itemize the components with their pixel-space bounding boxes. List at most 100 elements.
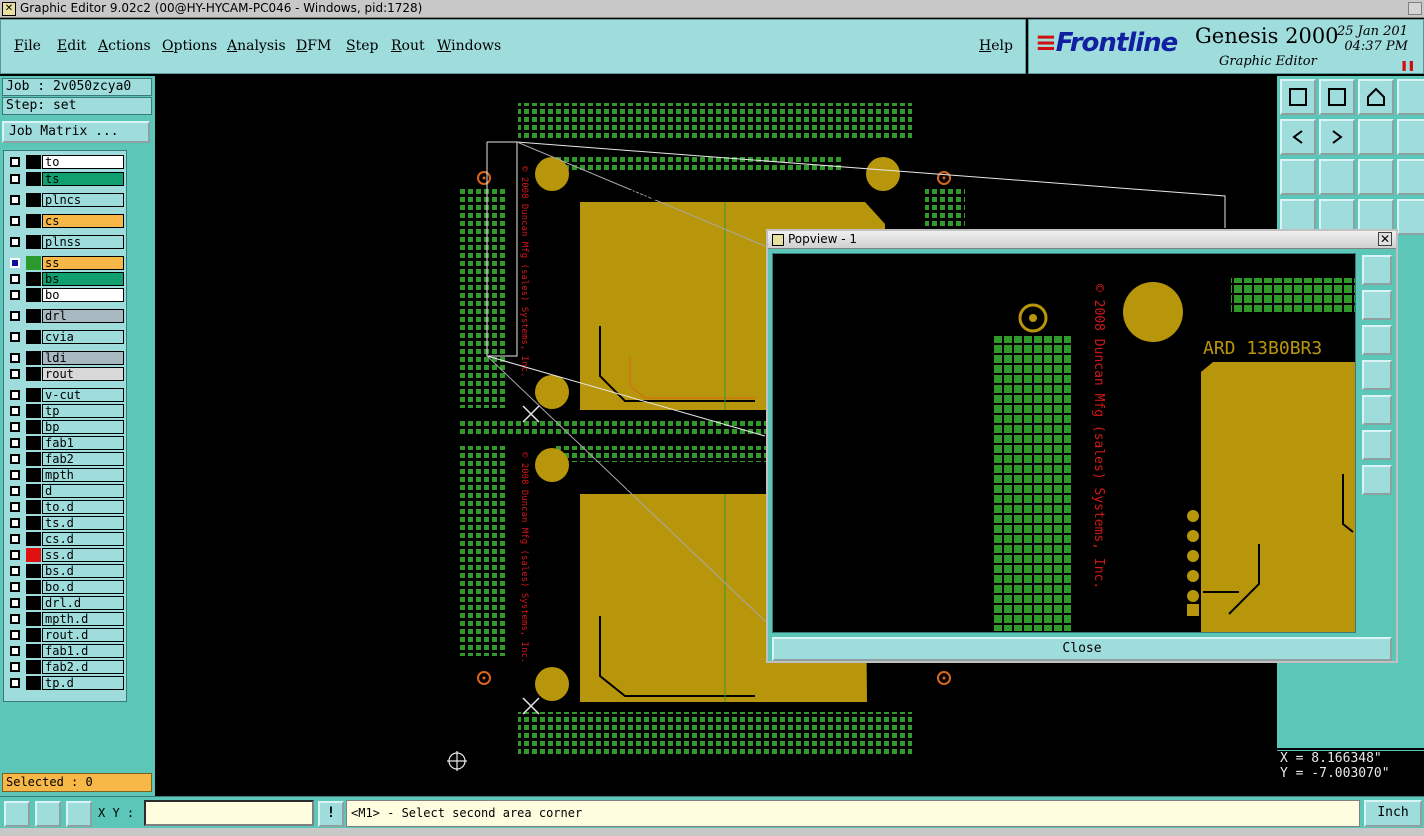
- layer-row-plnss[interactable]: plnss: [6, 235, 125, 249]
- layer-label[interactable]: ss: [42, 256, 124, 270]
- layer-checkbox[interactable]: [10, 502, 20, 512]
- fit-icon[interactable]: [1280, 159, 1316, 195]
- zoom-window-icon[interactable]: [1397, 79, 1424, 115]
- layer-color-swatch[interactable]: [26, 548, 41, 562]
- layer-color-swatch[interactable]: [26, 660, 41, 674]
- popview-close-icon[interactable]: ✕: [1378, 232, 1392, 246]
- popview-up-icon[interactable]: [1362, 290, 1392, 320]
- layer-checkbox[interactable]: [10, 566, 20, 576]
- layer-checkbox[interactable]: [10, 454, 20, 464]
- layer-color-swatch[interactable]: [26, 436, 41, 450]
- layer-label[interactable]: fab1: [42, 436, 124, 450]
- layer-label[interactable]: cvia: [42, 330, 124, 344]
- layer-checkbox[interactable]: [10, 332, 20, 342]
- layer-color-swatch[interactable]: [26, 351, 41, 365]
- layer-color-swatch[interactable]: [26, 193, 41, 207]
- layer-label[interactable]: drl.d: [42, 596, 124, 610]
- layer-color-swatch[interactable]: [26, 452, 41, 466]
- menu-rout[interactable]: Rout: [391, 38, 425, 54]
- layer-color-swatch[interactable]: [26, 516, 41, 530]
- layer-checkbox[interactable]: [10, 311, 20, 321]
- layer-color-swatch[interactable]: [26, 367, 41, 381]
- layer-row-ts[interactable]: ts: [6, 172, 125, 186]
- layer-row-ss[interactable]: ss: [6, 256, 125, 270]
- layer-label[interactable]: tp: [42, 404, 124, 418]
- layer-row-to[interactable]: to: [6, 155, 125, 169]
- popview-zoom-icon[interactable]: [1362, 255, 1392, 285]
- layer-row-bo-d[interactable]: bo.d: [6, 580, 125, 594]
- layer-color-swatch[interactable]: [26, 564, 41, 578]
- layer-checkbox[interactable]: [10, 630, 20, 640]
- layer-row-cvia[interactable]: cvia: [6, 330, 125, 344]
- layer-checkbox[interactable]: [10, 646, 20, 656]
- layer-row-bs-d[interactable]: bs.d: [6, 564, 125, 578]
- layer-row-ldi[interactable]: ldi: [6, 351, 125, 365]
- menu-dfm[interactable]: DFM: [296, 38, 331, 54]
- layer-checkbox[interactable]: [10, 534, 20, 544]
- layer-color-swatch[interactable]: [26, 404, 41, 418]
- layer-row-fab2-d[interactable]: fab2.d: [6, 660, 125, 674]
- layer-label[interactable]: bs: [42, 272, 124, 286]
- popview-center-icon[interactable]: [1362, 465, 1392, 495]
- layer-row-tp[interactable]: tp: [6, 404, 125, 418]
- layer-label[interactable]: d: [42, 484, 124, 498]
- layer-checkbox[interactable]: [10, 422, 20, 432]
- layer-label[interactable]: drl: [42, 309, 124, 323]
- popview-close-button[interactable]: Close: [772, 637, 1392, 661]
- menu-actions[interactable]: Actions: [98, 38, 151, 54]
- layer-row-rout[interactable]: rout: [6, 367, 125, 381]
- layer-color-swatch[interactable]: [26, 256, 41, 270]
- center-icon[interactable]: [1319, 159, 1355, 195]
- measure-icon[interactable]: [4, 801, 30, 827]
- layer-checkbox[interactable]: [10, 406, 20, 416]
- menu-analysis[interactable]: Analysis: [227, 38, 286, 54]
- layer-label[interactable]: ss.d: [42, 548, 124, 562]
- layer-color-swatch[interactable]: [26, 580, 41, 594]
- layer-checkbox[interactable]: [10, 582, 20, 592]
- scale-icon[interactable]: [1358, 159, 1394, 195]
- layer-label[interactable]: cs: [42, 214, 124, 228]
- layer-color-swatch[interactable]: [26, 235, 41, 249]
- layer-color-swatch[interactable]: [26, 330, 41, 344]
- layer-color-swatch[interactable]: [26, 500, 41, 514]
- layer-color-swatch[interactable]: [26, 676, 41, 690]
- layer-checkbox[interactable]: [10, 598, 20, 608]
- layer-color-swatch[interactable]: [26, 628, 41, 642]
- layer-color-swatch[interactable]: [26, 484, 41, 498]
- zoom-in-icon[interactable]: [1319, 79, 1355, 115]
- layer-row-fab1-d[interactable]: fab1.d: [6, 644, 125, 658]
- pan-left-icon[interactable]: [1280, 119, 1316, 155]
- exclamation-button[interactable]: !: [318, 801, 344, 827]
- xy-input[interactable]: [144, 800, 314, 826]
- layer-color-swatch[interactable]: [26, 288, 41, 302]
- layer-color-swatch[interactable]: [26, 388, 41, 402]
- layer-row-ss-d[interactable]: ss.d: [6, 548, 125, 562]
- layer-row-v-cut[interactable]: v-cut: [6, 388, 125, 402]
- zoom-out-icon[interactable]: [1397, 119, 1424, 155]
- layer-color-swatch[interactable]: [26, 272, 41, 286]
- layer-label[interactable]: to: [42, 155, 124, 169]
- layer-checkbox[interactable]: [10, 258, 20, 268]
- layer-row-drl[interactable]: drl: [6, 309, 125, 323]
- layer-row-bo[interactable]: bo: [6, 288, 125, 302]
- layer-label[interactable]: plnss: [42, 235, 124, 249]
- layer-row-bs[interactable]: bs: [6, 272, 125, 286]
- layer-checkbox[interactable]: [10, 157, 20, 167]
- layer-color-swatch[interactable]: [26, 420, 41, 434]
- layer-label[interactable]: ts.d: [42, 516, 124, 530]
- layer-checkbox[interactable]: [10, 438, 20, 448]
- layer-color-swatch[interactable]: [26, 155, 41, 169]
- layer-color-swatch[interactable]: [26, 644, 41, 658]
- popview-fit-icon[interactable]: [1362, 430, 1392, 460]
- layer-row-fab1[interactable]: fab1: [6, 436, 125, 450]
- menu-options[interactable]: Options: [162, 38, 217, 54]
- layer-checkbox[interactable]: [10, 237, 20, 247]
- home-icon[interactable]: [1358, 79, 1394, 115]
- menu-help[interactable]: Help: [979, 38, 1013, 54]
- layer-row-mpth-d[interactable]: mpth.d: [6, 612, 125, 626]
- layer-row-cs-d[interactable]: cs.d: [6, 532, 125, 546]
- layer-label[interactable]: fab2.d: [42, 660, 124, 674]
- layer-checkbox[interactable]: [10, 174, 20, 184]
- layer-checkbox[interactable]: [10, 195, 20, 205]
- layer-row-cs[interactable]: cs: [6, 214, 125, 228]
